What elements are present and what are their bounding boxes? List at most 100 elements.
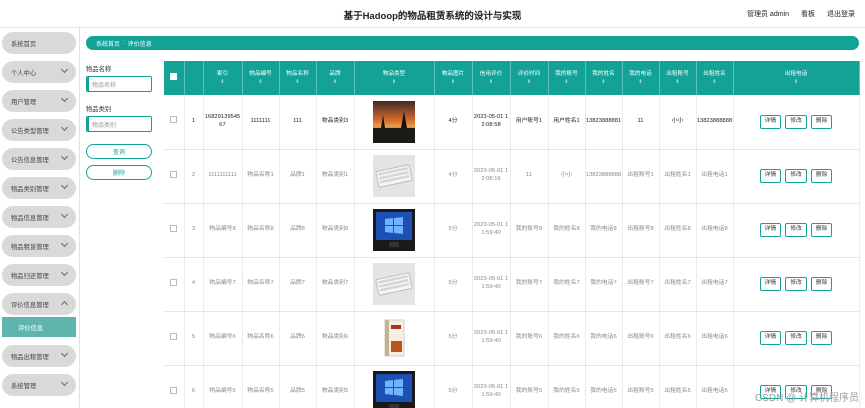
sidebar-item[interactable]: 物品信息管理 (2, 206, 76, 228)
column-header[interactable]: 物品类型 ⇕ (354, 61, 435, 95)
edit-button[interactable]: 修改 (785, 169, 807, 183)
edit-button[interactable]: 修改 (785, 114, 807, 129)
item-category-input[interactable]: 物品类别 (86, 116, 152, 132)
item-name-input[interactable]: 物品名称 (86, 76, 152, 92)
sort-icon[interactable]: ⇕ (697, 79, 733, 85)
delete-button[interactable]: 删除 (810, 114, 833, 129)
sort-icon[interactable]: ⇕ (660, 79, 696, 85)
edit-button[interactable]: 修改 (785, 331, 807, 345)
row-checkbox[interactable] (170, 116, 178, 124)
row-checkbox[interactable] (170, 170, 178, 178)
sidebar-item[interactable]: 物品出租管理 (2, 345, 76, 367)
sort-icon[interactable]: ⇕ (243, 79, 279, 85)
logout-link[interactable]: 退出登录 (827, 9, 855, 19)
chevron-down-icon (60, 152, 69, 161)
sort-icon[interactable]: ⇕ (204, 79, 242, 85)
sidebar-item[interactable]: 系统首页 (2, 32, 76, 54)
column-header[interactable]: 我的账号 ⇕ (548, 61, 586, 95)
delete-button[interactable]: 删除 (810, 331, 833, 345)
column-header[interactable]: 出租账号 ⇕ (659, 61, 697, 95)
item-image-cell (354, 311, 435, 366)
cell-rent-name: 出租姓名8 (659, 203, 697, 258)
breadcrumb-home[interactable]: 系统首页 (96, 39, 120, 48)
cell-rating: 5分 (434, 257, 473, 312)
sort-icon[interactable]: ⇕ (473, 79, 510, 85)
row-checkbox[interactable] (170, 332, 178, 340)
sidebar-item[interactable]: 物品租赁管理 (2, 235, 76, 257)
cell-brand: 品牌1 (279, 149, 317, 204)
sidebar-item[interactable]: 评价信息管理 (2, 293, 76, 315)
row-checkbox[interactable] (170, 278, 178, 286)
row-select-cell[interactable] (164, 95, 185, 150)
sidebar-item-label: 公告类型管理 (11, 127, 49, 135)
delete-button[interactable]: 删除 (810, 277, 833, 291)
row-select-cell[interactable] (164, 365, 185, 408)
column-header[interactable]: 信用评价 ⇕ (472, 61, 511, 95)
edit-button[interactable]: 修改 (785, 223, 807, 237)
column-header-label: 品牌 (329, 70, 341, 77)
column-header[interactable]: 我的电话 ⇕ (622, 61, 660, 95)
sidebar-item[interactable]: 用户管理 (2, 90, 76, 112)
delete-button[interactable]: 删除 (810, 223, 833, 237)
column-header-label: 信用评价 (479, 70, 503, 77)
column-header[interactable]: 我的姓名 ⇕ (585, 61, 623, 95)
sidebar-subitem-review-info[interactable]: 评价信息 (2, 317, 76, 337)
detail-button[interactable]: 详情 (759, 114, 782, 129)
sidebar-item[interactable]: 物品归还管理 (2, 264, 76, 286)
sidebar-item[interactable]: 物品类别管理 (2, 177, 76, 199)
sort-icon[interactable]: ⇕ (355, 79, 434, 85)
detail-button[interactable]: 详情 (759, 169, 782, 183)
row-number-header (184, 61, 204, 95)
batch-delete-button[interactable]: 删除 (86, 165, 152, 180)
delete-button[interactable]: 删除 (810, 169, 833, 183)
query-button[interactable]: 查询 (86, 144, 152, 159)
sort-icon[interactable]: ⇕ (511, 79, 548, 85)
sort-icon[interactable]: ⇕ (586, 79, 622, 85)
row-select-cell[interactable] (164, 203, 185, 258)
item-image-cell (354, 95, 435, 150)
sort-icon[interactable]: ⇕ (435, 79, 472, 85)
sidebar-item[interactable]: 系统管理 (2, 374, 76, 396)
column-header[interactable]: 出租电话 ⇕ (733, 61, 860, 95)
sort-icon[interactable]: ⇕ (317, 79, 354, 85)
sidebar-item-label: 系统首页 (11, 40, 37, 48)
cell-my-name: 小小 (548, 149, 586, 204)
cell-time: 2023-05-01 11:59:40 (472, 203, 511, 258)
column-header[interactable]: 品牌 ⇕ (316, 61, 355, 95)
sort-icon[interactable]: ⇕ (623, 79, 659, 85)
column-header[interactable]: 评价时间 ⇕ (510, 61, 549, 95)
detail-button[interactable]: 详情 (759, 223, 782, 237)
cell-rent-account: 出租账号5 (622, 365, 660, 408)
sidebar-item[interactable]: 公告类型管理 (2, 119, 76, 141)
column-header[interactable]: 物品名称 ⇕ (279, 61, 317, 95)
cell-time: 2023-05-01 12:08:16 (472, 149, 511, 204)
sort-icon[interactable]: ⇕ (280, 79, 316, 85)
admin-label[interactable]: 管理员 admin (747, 9, 789, 19)
sidebar-item[interactable]: 个人中心 (2, 61, 76, 83)
sort-icon[interactable]: ⇕ (734, 79, 859, 85)
sidebar-item[interactable]: 公告信息管理 (2, 148, 76, 170)
column-header[interactable]: 物品编号 ⇕ (242, 61, 280, 95)
row-select-cell[interactable] (164, 311, 185, 366)
select-all-checkbox[interactable] (170, 73, 178, 81)
kanban-link[interactable]: 看板 (801, 9, 815, 19)
row-checkbox[interactable] (170, 386, 178, 394)
column-header[interactable]: 出租姓名 ⇕ (696, 61, 734, 95)
select-all-cell[interactable] (164, 61, 185, 95)
column-header[interactable]: 物品图片 ⇕ (434, 61, 473, 95)
column-header-label: 物品编号 (249, 70, 272, 77)
item-image-cell (354, 149, 435, 204)
column-header-label: 索引 (216, 70, 229, 77)
row-select-cell[interactable] (164, 149, 185, 204)
cell-name: 物品名称8 (242, 203, 280, 258)
cell-rent-phone: 13823888888 (696, 95, 734, 150)
row-select-cell[interactable] (164, 257, 185, 312)
item-image-cell (354, 203, 435, 258)
edit-button[interactable]: 修改 (785, 277, 807, 291)
row-checkbox[interactable] (170, 224, 178, 232)
detail-button[interactable]: 详情 (759, 277, 782, 291)
column-header[interactable]: 索引 ⇕ (203, 61, 243, 95)
row-index-cell: 1 (184, 95, 204, 150)
detail-button[interactable]: 详情 (759, 331, 782, 345)
sort-icon[interactable]: ⇕ (549, 79, 585, 85)
